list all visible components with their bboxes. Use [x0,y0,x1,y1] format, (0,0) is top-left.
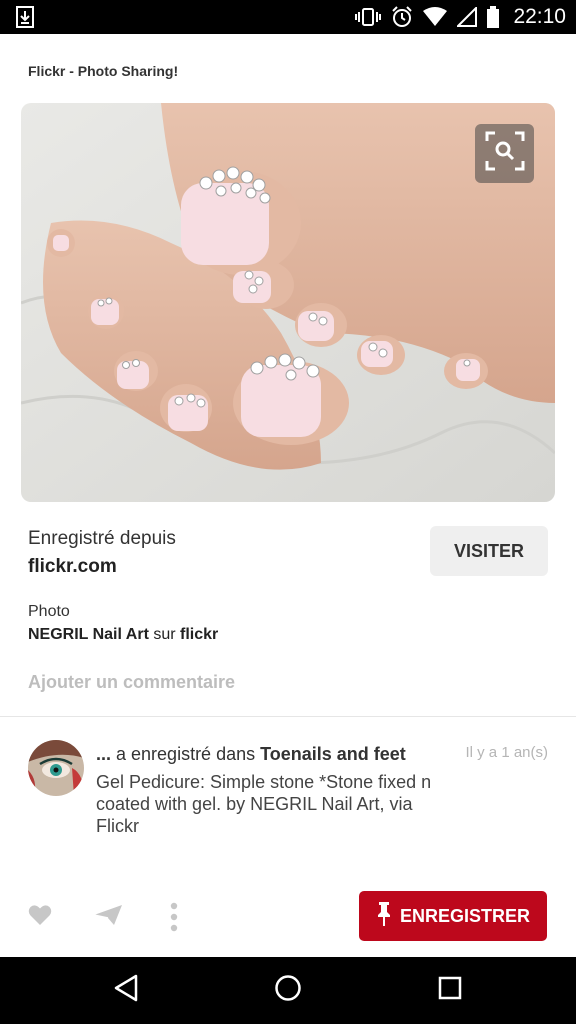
save-button-label: ENREGISTRER [399,905,531,926]
avatar[interactable] [28,740,84,796]
activity-action: a enregistré dans [111,744,261,764]
vibrate-icon [355,7,382,27]
battery-icon [487,6,500,28]
credit-author-link[interactable]: NEGRIL Nail Art [28,626,149,643]
board-link[interactable]: Toenails and feet [260,744,406,764]
back-icon [113,974,139,1007]
timestamp: Il y a 1 an(s) [465,744,548,761]
photo-credit: NEGRIL Nail Art sur flickr [28,626,218,644]
signal-icon [457,7,478,27]
credit-separator: sur [148,626,181,643]
save-button[interactable]: ENREGISTRER [359,891,547,941]
photo-label: Photo [28,603,70,620]
recents-icon [438,976,462,1005]
navigation-bar [0,957,576,1024]
recents-button[interactable] [420,957,480,1024]
activity-user[interactable]: ... [96,744,111,764]
more-vertical-icon[interactable] [170,902,178,937]
alarm-icon [391,6,413,28]
visual-search-button[interactable] [475,124,534,183]
pin-description: Gel Pedicure: Simple stone *Stone fixed … [96,772,432,836]
download-icon [16,6,34,28]
pin-icon [376,901,392,931]
visit-button[interactable]: VISITER [430,526,548,576]
home-icon [274,974,302,1007]
credit-site-link[interactable]: flickr [180,626,218,643]
saved-from-label: Enregistré depuis [28,528,176,549]
clock-time: 22:10 [513,5,566,28]
back-button[interactable] [96,957,156,1024]
page-title: Flickr - Photo Sharing! [28,63,179,79]
activity-line: ... a enregistré dans Toenails and feet [96,744,406,765]
add-comment-input[interactable]: Ajouter un commentaire [28,672,235,693]
send-icon[interactable] [93,904,123,931]
visual-search-icon [485,131,525,176]
heart-icon[interactable] [28,904,52,931]
divider [0,716,576,717]
wifi-icon [423,7,448,27]
home-button[interactable] [258,957,318,1024]
status-bar: 22:10 [0,0,576,34]
source-domain-link[interactable]: flickr.com [28,556,117,578]
